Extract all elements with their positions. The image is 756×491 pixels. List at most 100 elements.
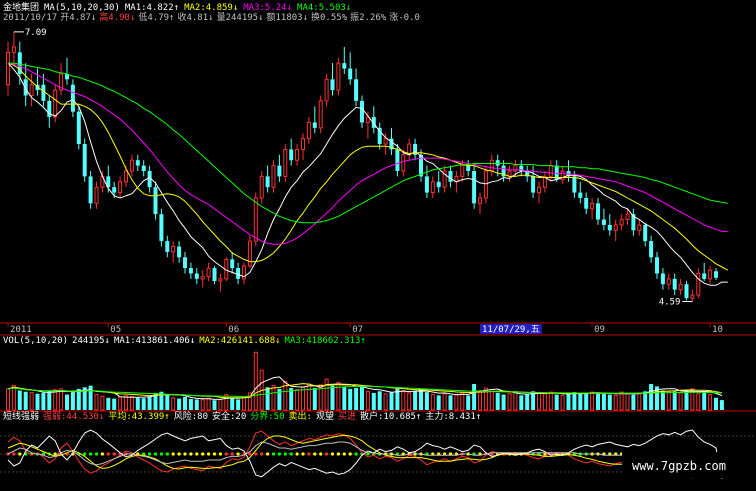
candle-body-down[interactable]	[23, 79, 28, 96]
volume-bar-down[interactable]	[47, 390, 52, 410]
volume-bar-up[interactable]	[619, 391, 624, 411]
candle-body-down[interactable]	[643, 224, 648, 242]
candle-body-down[interactable]	[82, 144, 87, 177]
volume-bar-up[interactable]	[271, 385, 276, 411]
candle-body-down[interactable]	[360, 100, 364, 123]
candle-body-down[interactable]	[153, 187, 158, 215]
volume-bar-down[interactable]	[413, 391, 418, 410]
chart-canvas[interactable]: 金地集团 MA(5,10,20,30) MA1:4.822↑ MA2:4.859↓ MA…	[0, 0, 756, 487]
candle-body-up[interactable]	[94, 186, 99, 204]
volume-bar-up[interactable]	[407, 392, 412, 411]
candle-body-up[interactable]	[200, 276, 205, 280]
volume-bar-down[interactable]	[212, 400, 217, 410]
volume-bar-up[interactable]	[401, 390, 406, 411]
candle-body-down[interactable]	[165, 241, 170, 252]
volume-bar-up[interactable]	[560, 394, 565, 411]
candle-body-up[interactable]	[619, 219, 624, 226]
volume-bar-down[interactable]	[330, 385, 335, 410]
volume-bar-up[interactable]	[637, 392, 642, 411]
volume-bar-down[interactable]	[35, 393, 40, 410]
volume-bar-down[interactable]	[596, 392, 600, 410]
volume-bar-down[interactable]	[17, 390, 22, 411]
volume-bar-down[interactable]	[141, 398, 146, 410]
candle-body-down[interactable]	[702, 273, 707, 279]
volume-bar-up[interactable]	[513, 392, 518, 411]
candle-body-up[interactable]	[666, 278, 671, 285]
volume-bar-up[interactable]	[548, 391, 553, 411]
candle-body-down[interactable]	[531, 176, 536, 193]
volume-bar-down[interactable]	[472, 384, 477, 410]
candle-body-up[interactable]	[690, 294, 695, 299]
candle-body-up[interactable]	[478, 197, 482, 204]
volume-bar-down[interactable]	[519, 395, 524, 410]
volume-bar-down[interactable]	[112, 398, 117, 410]
candle-body-down[interactable]	[377, 127, 382, 145]
volume-bar-down[interactable]	[360, 385, 364, 410]
volume-bar-up[interactable]	[206, 397, 211, 411]
candle-body-down[interactable]	[472, 171, 477, 204]
volume-bar-up[interactable]	[171, 397, 176, 411]
volume-bar-down[interactable]	[525, 394, 530, 410]
candle-body-down[interactable]	[655, 257, 659, 274]
candle-body-up[interactable]	[537, 186, 541, 194]
volume-bar-down[interactable]	[649, 384, 654, 410]
candle-body-down[interactable]	[684, 284, 689, 299]
volume-bar-up[interactable]	[383, 393, 388, 411]
volume-bar-up[interactable]	[708, 394, 713, 411]
candle-body-down[interactable]	[572, 176, 577, 193]
candle-body-up[interactable]	[306, 121, 311, 140]
candle-body-down[interactable]	[495, 160, 500, 166]
candle-body-up[interactable]	[483, 170, 488, 199]
volume-bar-up[interactable]	[6, 388, 10, 411]
volume-bar-up[interactable]	[94, 394, 99, 411]
candle-body-down[interactable]	[230, 259, 235, 269]
volume-bar-down[interactable]	[70, 392, 75, 410]
volume-bar-down[interactable]	[643, 391, 648, 410]
volume-bar-down[interactable]	[348, 388, 353, 410]
candle-body-up[interactable]	[271, 165, 276, 188]
volume-bar-up[interactable]	[29, 392, 34, 411]
candle-body-down[interactable]	[183, 257, 187, 269]
volume-bar-down[interactable]	[466, 395, 471, 410]
volume-bar-down[interactable]	[631, 394, 636, 410]
volume-bar-up[interactable]	[301, 386, 305, 411]
volume-bar-up[interactable]	[666, 391, 671, 411]
candle-body-up[interactable]	[301, 138, 305, 150]
volume-bar-down[interactable]	[672, 391, 677, 410]
volume-bar-up[interactable]	[242, 397, 246, 411]
candle-body-up[interactable]	[247, 240, 252, 267]
volume-bar-up[interactable]	[678, 392, 683, 411]
candle-body-up[interactable]	[318, 100, 323, 129]
volume-bar-up[interactable]	[253, 351, 258, 411]
candle-body-down[interactable]	[135, 160, 140, 166]
candle-body-up[interactable]	[637, 224, 642, 231]
cursor-date-label[interactable]: 11/07/29,五	[482, 325, 540, 335]
candle-body-up[interactable]	[124, 170, 128, 183]
candle-body-down[interactable]	[112, 187, 117, 193]
candle-body-down[interactable]	[342, 63, 347, 69]
volume-bar-up[interactable]	[224, 394, 229, 411]
candle-body-up[interactable]	[678, 283, 683, 291]
candle-body-down[interactable]	[277, 165, 282, 177]
volume-bar-up[interactable]	[336, 381, 341, 411]
volume-bar-down[interactable]	[419, 388, 423, 410]
candle-body-down[interactable]	[354, 79, 359, 101]
volume-bar-down[interactable]	[354, 388, 359, 410]
candle-body-up[interactable]	[218, 278, 223, 282]
volume-bar-down[interactable]	[377, 391, 382, 410]
volume-bar-down[interactable]	[424, 392, 429, 410]
candle-body-up[interactable]	[548, 165, 553, 177]
candle-body-up[interactable]	[283, 148, 288, 177]
volume-bar-up[interactable]	[306, 383, 311, 411]
candle-body-down[interactable]	[188, 268, 193, 274]
volume-bar-down[interactable]	[684, 390, 689, 411]
volume-bar-up[interactable]	[11, 385, 16, 411]
candle-body-up[interactable]	[460, 165, 465, 177]
volume-bar-up[interactable]	[542, 393, 547, 411]
candle-body-up[interactable]	[401, 154, 406, 172]
candle-body-up[interactable]	[118, 181, 123, 194]
volume-bar-up[interactable]	[489, 389, 494, 411]
candle-body-down[interactable]	[348, 68, 353, 80]
volume-bar-down[interactable]	[578, 393, 583, 410]
candle-body-up[interactable]	[53, 89, 58, 118]
